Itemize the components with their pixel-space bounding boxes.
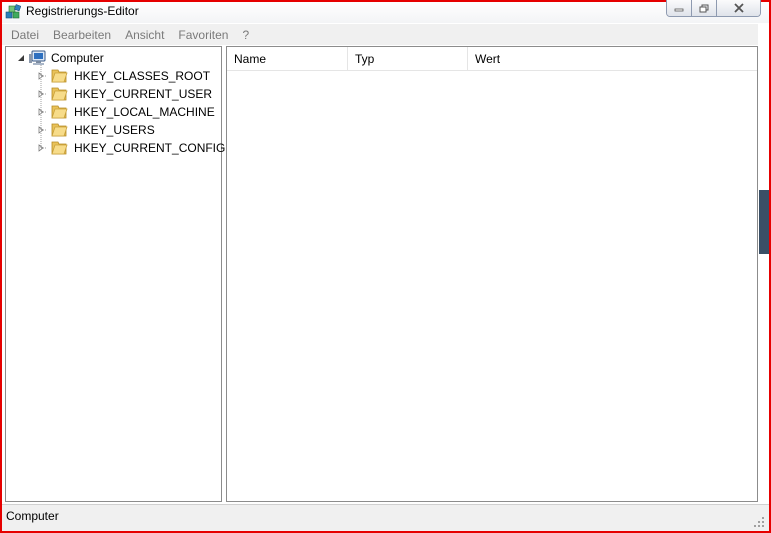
menu-ansicht[interactable]: Ansicht <box>125 28 164 42</box>
values-list[interactable]: Name Typ Wert <box>226 46 758 502</box>
tree-label: HKEY_CURRENT_CONFIG <box>74 141 226 155</box>
menu-datei[interactable]: Datei <box>11 28 39 42</box>
column-header-name[interactable]: Name <box>227 47 348 71</box>
folder-icon <box>51 123 68 137</box>
close-icon <box>733 3 744 13</box>
registry-editor-window: Registrierungs-Editor Datei Bearbeiten A… <box>0 0 771 533</box>
window-controls <box>666 0 761 17</box>
maximize-button[interactable] <box>692 0 717 16</box>
tree-label: HKEY_USERS <box>74 123 155 137</box>
tree-item-hkey-users[interactable]: HKEY_USERS <box>36 121 155 139</box>
tree-item-hkey-classes-root[interactable]: HKEY_CLASSES_ROOT <box>36 67 210 85</box>
registry-tree[interactable]: Computer HKEY_CLASSES_ROOT HKEY_CURRENT_… <box>5 46 225 502</box>
title-bar[interactable]: Registrierungs-Editor <box>2 0 769 23</box>
minimize-icon <box>674 8 684 12</box>
tree-label: HKEY_LOCAL_MACHINE <box>74 105 215 119</box>
tree-item-hkey-local-machine[interactable]: HKEY_LOCAL_MACHINE <box>36 103 215 121</box>
menu-favoriten[interactable]: Favoriten <box>178 28 228 42</box>
window-title: Registrierungs-Editor <box>26 4 139 18</box>
tree-item-hkey-current-user[interactable]: HKEY_CURRENT_USER <box>36 85 212 103</box>
folder-icon <box>51 87 68 101</box>
tree-label: HKEY_CURRENT_USER <box>74 87 213 101</box>
tree-label: HKEY_CLASSES_ROOT <box>74 69 211 83</box>
folder-icon <box>51 141 68 155</box>
menu-bar: Datei Bearbeiten Ansicht Favoriten ? <box>2 24 769 45</box>
tree-label-computer: Computer <box>51 51 104 65</box>
status-bar: Computer <box>2 504 769 531</box>
menu-help[interactable]: ? <box>242 28 249 42</box>
background-scrollbar-fragment <box>759 190 769 254</box>
restore-icon <box>699 4 709 12</box>
list-header: Name Typ Wert <box>227 47 757 71</box>
tree-item-hkey-current-config[interactable]: HKEY_CURRENT_CONFIG <box>36 139 225 157</box>
folder-icon <box>51 69 68 83</box>
menu-bearbeiten[interactable]: Bearbeiten <box>53 28 111 42</box>
folder-icon <box>51 105 68 119</box>
window-right-edge <box>758 23 769 504</box>
tree-connector-lines <box>40 65 46 149</box>
minimize-button[interactable] <box>667 0 692 16</box>
status-text: Computer <box>6 509 59 523</box>
close-button[interactable] <box>717 0 760 16</box>
resize-grip-icon[interactable] <box>753 516 765 528</box>
column-header-typ[interactable]: Typ <box>348 47 468 71</box>
column-header-wert[interactable]: Wert <box>468 47 757 71</box>
regedit-icon <box>5 4 21 19</box>
